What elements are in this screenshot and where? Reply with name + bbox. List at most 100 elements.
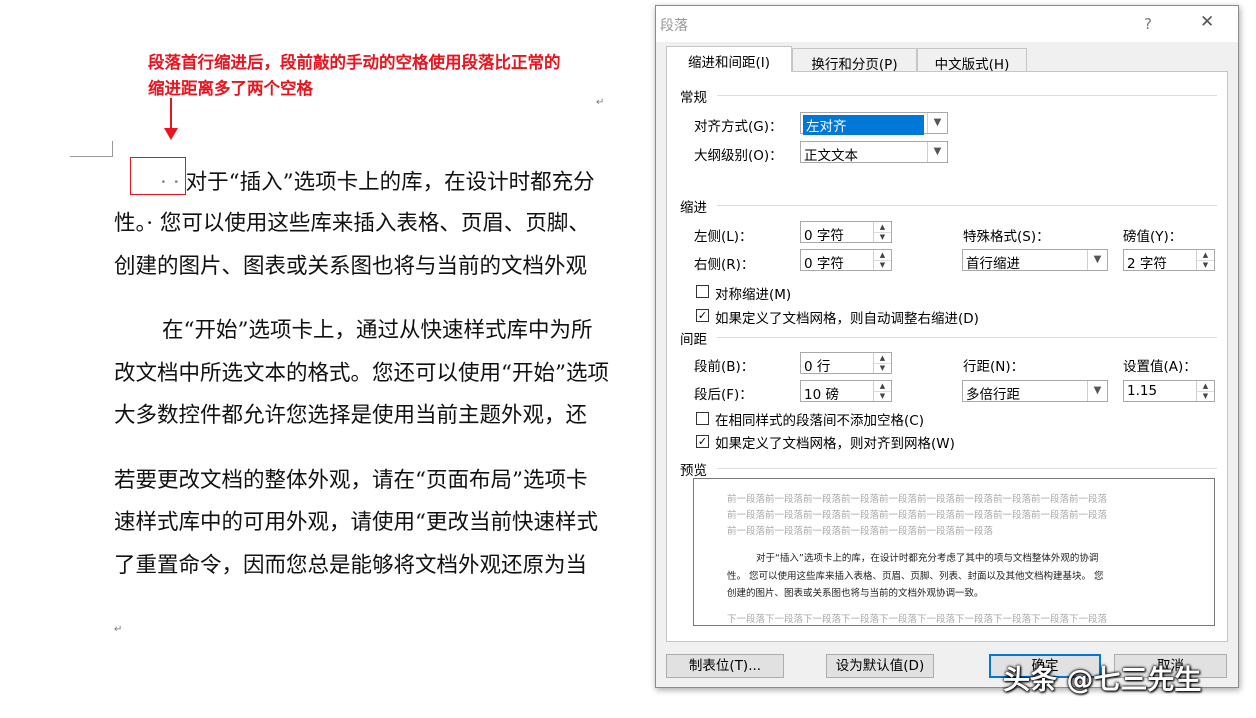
indent-right-stepper[interactable]: 0 字符 ▲ ▼ (800, 249, 892, 272)
preview-box: 前一段落前一段落前一段落前一段落前一段落前一段落前一段落前一段落前一段落前一段落… (693, 478, 1215, 626)
tab-asian-typography[interactable]: 中文版式(H) (917, 48, 1027, 73)
watermark: 头条 @七三先生 (1003, 665, 1202, 696)
help-icon[interactable]: ? (1144, 15, 1152, 33)
spacing-after-label: 段后(F)： (694, 387, 753, 403)
indent-right-label: 右侧(R)： (694, 257, 755, 273)
doc-line-9[interactable]: 了重置命令，因而您总是能够将文档外观还原为当 (114, 548, 587, 579)
paragraph-mark-top: ↵ (596, 97, 605, 108)
preview-previous-line: 前一段落前一段落前一段落前一段落前一段落前一段落前一段落前一段落前一段落前一段落 (727, 510, 1108, 521)
auto-adjust-indent-label[interactable]: 如果定义了文档网格，则自动调整右缩进(D) (715, 307, 979, 327)
indent-right-value: 0 字符 (804, 256, 844, 272)
dialog-titlebar[interactable]: 段落 ? ✕ (656, 6, 1238, 42)
auto-adjust-indent-checkbox[interactable]: ✓ (696, 309, 709, 322)
alignment-select-value: 左对齐 (803, 115, 924, 135)
stepper-buttons: ▲ ▼ (873, 353, 891, 373)
margin-corner-horizontal (70, 156, 113, 157)
preview-previous-line: 前一段落前一段落前一段落前一段落前一段落前一段落前一段落前一段落前一段落前一段落 (727, 494, 1108, 505)
alignment-label: 对齐方式(G)： (694, 119, 783, 135)
indent-by-label: 磅值(Y)： (1123, 229, 1183, 245)
special-format-label: 特殊格式(S)： (963, 229, 1050, 245)
doc-line-4[interactable]: 在“开始”选项卡上，通过从快速样式库中为所 (162, 313, 593, 344)
set-default-button[interactable]: 设为默认值(D) (826, 654, 934, 678)
mirror-indent-checkbox[interactable] (696, 285, 709, 298)
paragraph-mark-bottom: ↵ (114, 624, 123, 635)
stepper-down-icon[interactable]: ▼ (874, 391, 891, 401)
spacing-before-value: 0 行 (804, 359, 831, 375)
stepper-buttons: ▲ ▼ (1196, 250, 1214, 270)
separator-general (717, 95, 1217, 96)
chevron-down-icon[interactable]: ▼ (927, 113, 947, 133)
separator-indent (717, 205, 1217, 206)
spacing-at-value: 1.15 (1127, 383, 1158, 399)
spacing-after-stepper[interactable]: 10 磅 ▲ ▼ (800, 380, 892, 403)
tab-indent-spacing[interactable]: 缩进和间距(I) (666, 46, 792, 72)
snap-to-grid-label[interactable]: 如果定义了文档网格，则对齐到网格(W) (715, 432, 955, 452)
dialog-title: 段落 (660, 18, 688, 34)
spacing-before-stepper[interactable]: 0 行 ▲ ▼ (800, 352, 892, 375)
snap-to-grid-checkbox[interactable]: ✓ (696, 435, 709, 448)
annotation-arrow-shaft (170, 98, 172, 132)
stepper-down-icon[interactable]: ▼ (1197, 391, 1214, 401)
section-indent: 缩进 (680, 200, 707, 216)
doc-line-5[interactable]: 改文档中所选文本的格式。您还可以使用“开始”选项 (114, 356, 609, 387)
outline-level-select[interactable]: 正文文本 ▼ (800, 141, 948, 164)
annotation-text: 段落首行缩进后，段前敲的手动的空格使用段落比正常的 缩进距离多了两个空格 (148, 50, 561, 102)
close-icon[interactable]: ✕ (1200, 12, 1214, 32)
doc-line-3[interactable]: 创建的图片、图表或关系图也将与当前的文档外观 (114, 249, 587, 280)
annotation-line-1: 段落首行缩进后，段前敲的手动的空格使用段落比正常的 (148, 53, 561, 72)
preview-previous-line: 前一段落前一段落前一段落前一段落前一段落前一段落前一段落 (727, 526, 994, 537)
annotation-arrow-head (164, 128, 178, 140)
line-spacing-label: 行距(N)： (963, 359, 1025, 375)
doc-line-6[interactable]: 大多数控件都允许您选择是使用当前主题外观，还 (114, 398, 587, 429)
outline-level-label: 大纲级别(O)： (694, 148, 783, 164)
stepper-down-icon[interactable]: ▼ (874, 232, 891, 242)
tabs-button[interactable]: 制表位(T)... (666, 654, 784, 678)
doc-line-8[interactable]: 速样式库中的可用外观，请使用“更改当前快速样式 (114, 505, 598, 536)
no-space-same-style-label[interactable]: 在相同样式的段落间不添加空格(C) (715, 409, 924, 429)
mirror-indent-label[interactable]: 对称缩进(M) (715, 283, 791, 303)
chevron-down-icon[interactable]: ▼ (1087, 250, 1107, 270)
margin-corner-vertical (112, 141, 113, 157)
spacing-before-label: 段前(B)： (694, 359, 755, 375)
indent-left-stepper[interactable]: 0 字符 ▲ ▼ (800, 221, 892, 244)
preview-sample-line: 创建的图片、图表或关系图也将与当前的文档外观协调一致。 (727, 588, 984, 599)
chevron-down-icon[interactable]: ▼ (927, 142, 947, 162)
separator-spacing (717, 337, 1217, 338)
stepper-buttons: ▲ ▼ (873, 250, 891, 270)
special-format-select[interactable]: 首行缩进 ▼ (962, 249, 1108, 272)
section-general: 常规 (680, 90, 707, 106)
section-preview: 预览 (680, 463, 707, 479)
separator-preview (717, 468, 1217, 469)
spacing-at-label: 设置值(A)： (1123, 359, 1197, 375)
indent-left-label: 左侧(L)： (694, 229, 753, 245)
preview-next-line: 下一段落下一段落下一段落下一段落下一段落下一段落下一段落下一段落下一段落下一段落 (727, 614, 1108, 625)
stepper-buttons: ▲ ▼ (873, 381, 891, 401)
outline-level-value: 正文文本 (804, 148, 858, 164)
stepper-down-icon[interactable]: ▼ (874, 363, 891, 373)
stepper-buttons: ▲ ▼ (873, 222, 891, 242)
stepper-buttons: ▲ ▼ (1196, 381, 1214, 401)
stepper-down-icon[interactable]: ▼ (1197, 260, 1214, 270)
indent-by-stepper[interactable]: 2 字符 ▲ ▼ (1123, 249, 1215, 272)
line-spacing-value: 多倍行距 (966, 387, 1020, 403)
section-spacing: 间距 (680, 332, 707, 348)
alignment-select[interactable]: 左对齐 ▼ (800, 112, 948, 135)
line-spacing-select[interactable]: 多倍行距 ▼ (962, 380, 1108, 403)
stepper-down-icon[interactable]: ▼ (874, 260, 891, 270)
spacing-at-stepper[interactable]: 1.15 ▲ ▼ (1123, 380, 1215, 402)
special-format-value: 首行缩进 (966, 256, 1020, 272)
no-space-same-style-checkbox[interactable] (696, 412, 709, 425)
preview-sample-line: 性。 您可以使用这些库来插入表格、页眉、页脚、列表、封面以及其他文档构建基块。 … (727, 571, 1104, 582)
preview-sample-line: 对于“插入”选项卡上的库，在设计时都充分考虑了其中的项与文档整体外观的协调 (756, 553, 1099, 564)
doc-line-7[interactable]: 若要更改文档的整体外观，请在“页面布局”选项卡 (114, 463, 588, 494)
indent-by-value: 2 字符 (1127, 256, 1167, 272)
chevron-down-icon[interactable]: ▼ (1087, 381, 1107, 401)
doc-line-2[interactable]: 性。· 您可以使用这些库来插入表格、页眉、页脚、 (114, 206, 590, 237)
indent-left-value: 0 字符 (804, 228, 844, 244)
doc-line-1[interactable]: ··对于“插入”选项卡上的库，在设计时都充分 (160, 165, 595, 196)
leading-space-dots: ·· (160, 170, 186, 195)
annotation-line-2: 缩进距离多了两个空格 (148, 79, 313, 98)
doc-line-1-text: 对于“插入”选项卡上的库，在设计时都充分 (185, 170, 595, 195)
tab-line-page-breaks[interactable]: 换行和分页(P) (792, 48, 917, 73)
spacing-after-value: 10 磅 (804, 387, 839, 403)
